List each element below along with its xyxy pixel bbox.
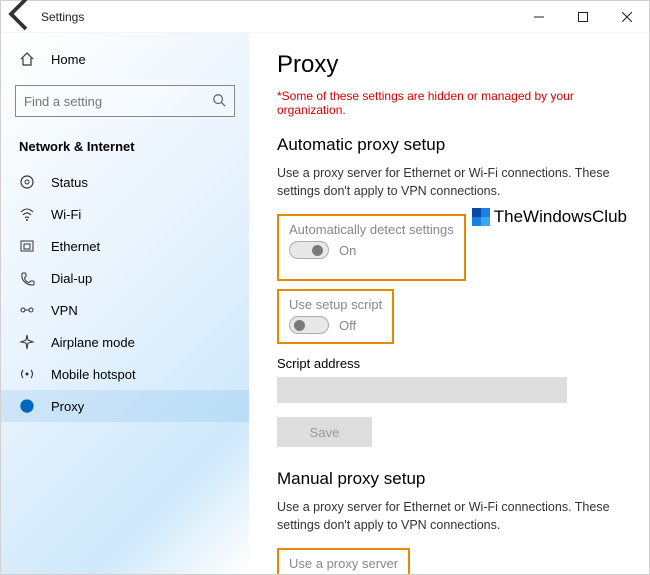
auto-detect-toggle[interactable] (289, 241, 329, 259)
page-title: Proxy (277, 51, 621, 79)
use-proxy-label: Use a proxy server (289, 556, 398, 571)
org-warning: *Some of these settings are hidden or ma… (277, 89, 621, 117)
script-address-label: Script address (277, 356, 621, 371)
sidebar-item-status[interactable]: Status (1, 166, 249, 198)
auto-proxy-desc: Use a proxy server for Ethernet or Wi-Fi… (277, 165, 621, 200)
setup-script-label: Use setup script (289, 297, 382, 312)
sidebar-item-label: Dial-up (51, 271, 92, 286)
maximize-button[interactable] (561, 1, 605, 33)
sidebar-item-ethernet[interactable]: Ethernet (1, 230, 249, 262)
highlight-box: Automatically detect settings On (277, 214, 466, 281)
sidebar-item-vpn[interactable]: VPN (1, 294, 249, 326)
highlight-box: Use a proxy server Off (277, 548, 410, 574)
auto-proxy-heading: Automatic proxy setup (277, 135, 621, 155)
window-title: Settings (41, 10, 84, 24)
sidebar-item-label: Mobile hotspot (51, 367, 136, 382)
search-icon (212, 93, 226, 110)
sidebar-item-hotspot[interactable]: Mobile hotspot (1, 358, 249, 390)
watermark: TheWindowsClub (472, 207, 627, 227)
wifi-icon (19, 206, 37, 222)
manual-proxy-desc: Use a proxy server for Ethernet or Wi-Fi… (277, 499, 621, 534)
hotspot-icon (19, 366, 37, 382)
sidebar-item-label: Ethernet (51, 239, 100, 254)
sidebar-item-proxy[interactable]: Proxy (1, 390, 249, 422)
sidebar-section-heading: Network & Internet (1, 131, 249, 166)
watermark-text: TheWindowsClub (494, 207, 627, 227)
search-box[interactable] (15, 85, 235, 117)
sidebar-item-label: Airplane mode (51, 335, 135, 350)
airplane-icon (19, 334, 37, 350)
dialup-icon (19, 270, 37, 286)
setup-script-toggle[interactable] (289, 316, 329, 334)
highlight-box: Use setup script Off (277, 289, 394, 344)
search-input[interactable] (24, 94, 212, 109)
status-icon (19, 174, 37, 190)
auto-detect-label: Automatically detect settings (289, 222, 454, 237)
title-bar: Settings (1, 1, 649, 33)
ethernet-icon (19, 238, 37, 254)
minimize-button[interactable] (517, 1, 561, 33)
manual-proxy-heading: Manual proxy setup (277, 469, 621, 489)
save-button[interactable]: Save (277, 417, 372, 447)
sidebar-item-label: Proxy (51, 399, 84, 414)
sidebar-home[interactable]: Home (1, 43, 249, 75)
sidebar-item-airplane[interactable]: Airplane mode (1, 326, 249, 358)
proxy-icon (19, 398, 37, 414)
main-content: Proxy *Some of these settings are hidden… (249, 33, 649, 574)
script-address-input[interactable] (277, 377, 567, 403)
sidebar: Home Network & Internet Status Wi-Fi Eth… (1, 33, 249, 574)
sidebar-item-wifi[interactable]: Wi-Fi (1, 198, 249, 230)
sidebar-item-label: VPN (51, 303, 78, 318)
sidebar-item-dialup[interactable]: Dial-up (1, 262, 249, 294)
sidebar-home-label: Home (51, 52, 86, 67)
sidebar-item-label: Wi-Fi (51, 207, 81, 222)
auto-detect-state: On (339, 243, 356, 258)
close-button[interactable] (605, 1, 649, 33)
vpn-icon (19, 302, 37, 318)
home-icon (19, 51, 37, 67)
sidebar-item-label: Status (51, 175, 88, 190)
windows-logo-icon (472, 208, 490, 226)
setup-script-state: Off (339, 318, 356, 333)
